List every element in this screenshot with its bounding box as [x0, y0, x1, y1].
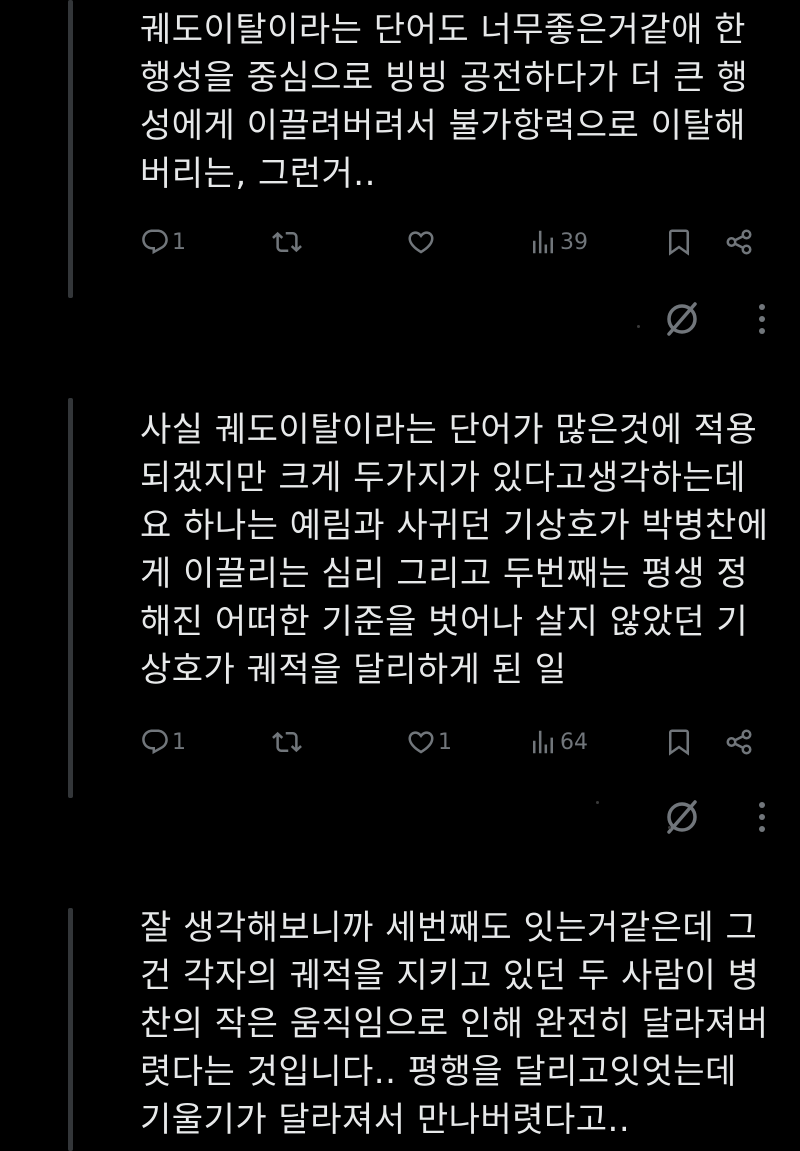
view-count: 64 — [560, 729, 588, 755]
like-button[interactable] — [406, 222, 438, 262]
reply-count: 1 — [172, 229, 186, 255]
bookmark-button[interactable] — [664, 722, 694, 762]
views-icon — [533, 730, 553, 754]
bookmark-icon — [669, 729, 689, 756]
like-button[interactable]: 1 — [406, 722, 452, 762]
like-count: 1 — [438, 729, 452, 755]
share-icon — [726, 229, 752, 255]
more-icon[interactable] — [744, 799, 780, 835]
thread-line — [68, 398, 73, 798]
thread-line — [68, 0, 73, 298]
reply-icon — [142, 229, 168, 255]
heart-icon — [408, 731, 434, 754]
views-button[interactable]: 39 — [528, 222, 588, 262]
retweet-button[interactable] — [272, 722, 304, 762]
view-count: 39 — [560, 229, 588, 255]
retweet-icon — [272, 731, 302, 753]
views-icon — [533, 230, 553, 254]
tweet-menu-row — [600, 795, 800, 839]
tweet-actions: 1 39 — [140, 222, 780, 262]
bookmark-button[interactable] — [664, 222, 694, 262]
reply-button[interactable]: 1 — [140, 722, 186, 762]
share-button[interactable] — [724, 722, 754, 762]
artifact — [637, 325, 640, 328]
hide-reply-icon[interactable] — [660, 795, 704, 839]
tweet-menu-row — [600, 297, 800, 341]
thread-line — [68, 908, 73, 1151]
heart-icon — [408, 231, 434, 254]
more-icon[interactable] — [744, 301, 780, 337]
artifact — [596, 801, 599, 804]
reply-button[interactable]: 1 — [140, 222, 186, 262]
share-button[interactable] — [724, 222, 754, 262]
bookmark-icon — [669, 229, 689, 256]
artifact — [668, 826, 671, 829]
hide-reply-icon[interactable] — [660, 297, 704, 341]
retweet-icon — [272, 231, 302, 253]
tweet-actions: 1 1 64 — [140, 722, 780, 762]
tweet-text: 잘 생각해보니까 세번째도 잇는거같은데 그 건 각자의 궤적을 지키고 있던 … — [140, 908, 769, 1140]
share-icon — [726, 729, 752, 755]
tweet-text: 사실 궤도이탈이라는 단어가 많은것에 적용 되겠지만 크게 두가지가 있다고생… — [140, 410, 769, 690]
tweet-text: 궤도이탈이라는 단어도 너무좋은거같애 한 행성을 중심으로 빙빙 공전하다가 … — [140, 10, 749, 194]
retweet-button[interactable] — [272, 222, 304, 262]
views-button[interactable]: 64 — [528, 722, 588, 762]
reply-icon — [142, 729, 168, 755]
reply-count: 1 — [172, 729, 186, 755]
